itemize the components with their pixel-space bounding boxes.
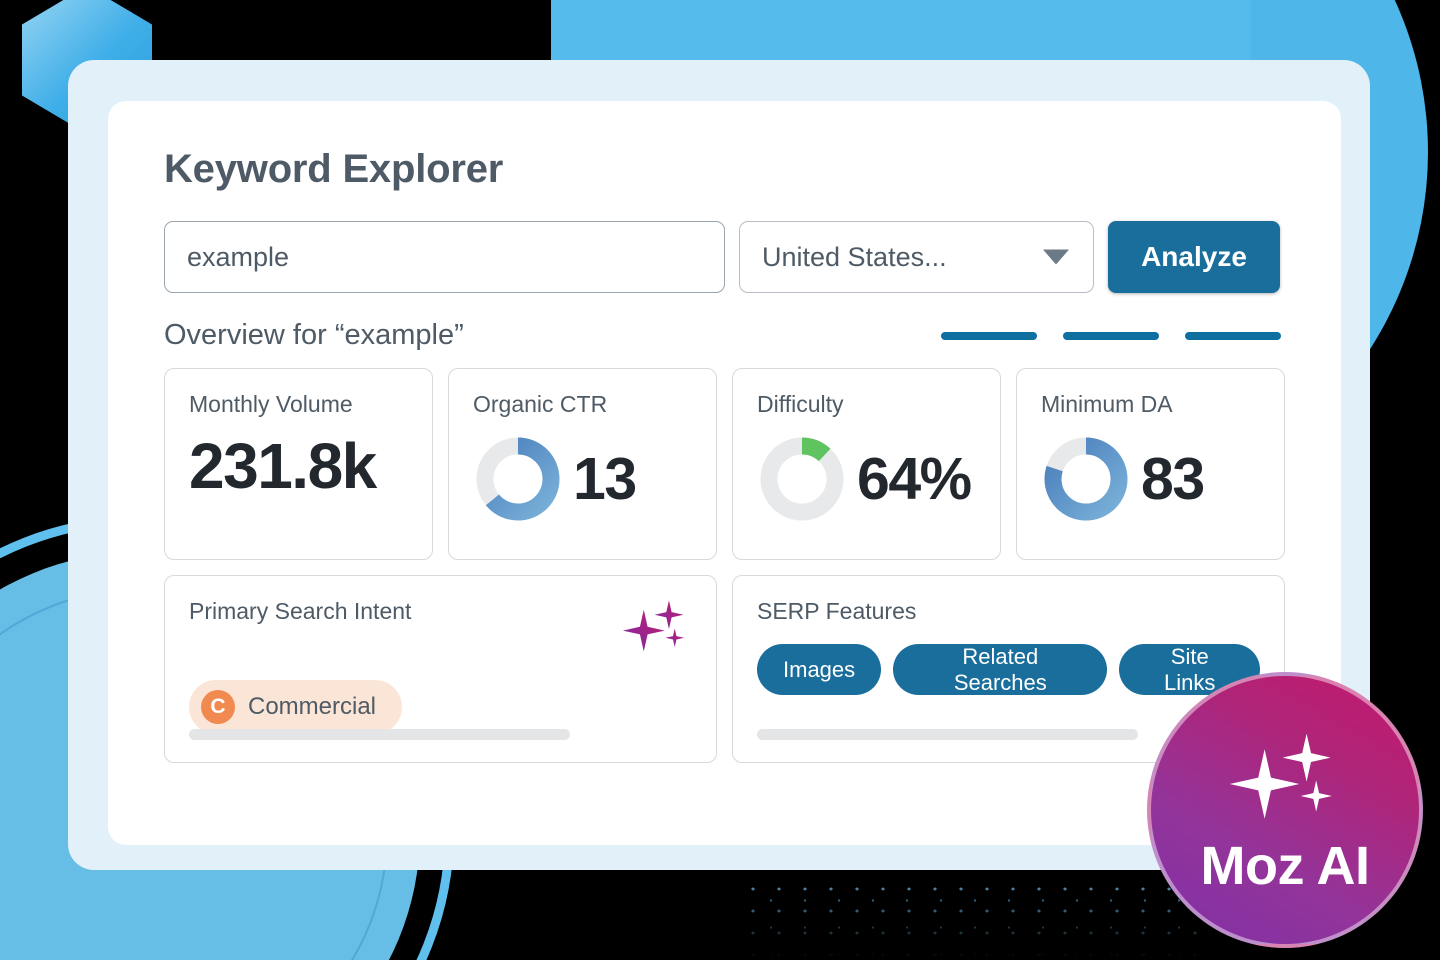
screenshot-root: Keyword Explorer United States... Analyz… — [0, 0, 1440, 960]
metric-label: Organic CTR — [473, 391, 608, 417]
search-row: United States... Analyze — [164, 221, 1285, 293]
intent-card-header: Primary Search Intent — [189, 598, 692, 661]
metric-value: 231.8k — [189, 430, 377, 502]
serp-card-label: SERP Features — [757, 598, 917, 624]
intent-card-label: Primary Search Intent — [189, 598, 412, 624]
keyword-input[interactable] — [164, 221, 725, 293]
serp-feature-chip[interactable]: Images — [757, 644, 882, 695]
metric-body: 64% — [757, 434, 976, 524]
moz-ai-badge[interactable]: Moz AI — [1147, 672, 1423, 948]
serp-skeleton-bar — [757, 729, 1138, 740]
serp-chip-list: Images Related Searches Site Links — [757, 644, 1260, 695]
metric-label: Difficulty — [757, 391, 844, 417]
analyze-button[interactable]: Analyze — [1108, 221, 1280, 293]
moz-ai-label: Moz AI — [1200, 835, 1370, 896]
metric-label: Monthly Volume — [189, 391, 353, 417]
country-select-value: United States... — [762, 241, 947, 272]
sparkles-icon — [620, 598, 692, 661]
metric-value: 83 — [1141, 445, 1205, 512]
metric-card: Organic CTR 13 — [448, 368, 717, 560]
country-select[interactable]: United States... — [739, 221, 1094, 293]
metric-card-grid: Monthly Volume 231.8k Organic CTR 13 Diffic… — [164, 368, 1285, 560]
intent-badge-label: Commercial — [248, 693, 377, 720]
app-window: Keyword Explorer United States... Analyz… — [108, 101, 1341, 845]
serp-card-header: SERP Features — [757, 598, 1260, 625]
loading-dash — [941, 331, 1037, 340]
metric-body: 231.8k — [189, 434, 408, 498]
metric-label: Minimum DA — [1041, 391, 1173, 417]
chevron-down-icon — [1043, 249, 1069, 265]
donut-chart — [473, 434, 563, 524]
bottom-card-grid: Primary Search Intent C Commercial SERP … — [164, 575, 1285, 763]
overview-label: Overview for “example” — [164, 319, 464, 351]
loading-dash — [1185, 331, 1281, 340]
metric-body: 13 — [473, 434, 692, 524]
loading-dash — [1063, 331, 1159, 340]
donut-chart — [1041, 434, 1131, 524]
metric-value: 13 — [573, 445, 637, 512]
intent-badge-letter-icon: C — [201, 690, 235, 724]
intent-skeleton-bar — [189, 729, 570, 740]
metric-card: Monthly Volume 231.8k — [164, 368, 433, 560]
intent-badge[interactable]: C Commercial — [189, 680, 403, 734]
dot-pattern-decoration — [740, 878, 1210, 960]
loading-dashes — [941, 331, 1281, 340]
primary-search-intent-card: Primary Search Intent C Commercial — [164, 575, 717, 763]
metric-card: Minimum DA 83 — [1016, 368, 1285, 560]
serp-feature-chip[interactable]: Related Searches — [893, 644, 1108, 695]
metric-body: 83 — [1041, 434, 1260, 524]
sparkles-icon — [1225, 730, 1345, 831]
metric-value: 64% — [857, 445, 972, 512]
overview-header: Overview for “example” — [164, 319, 1285, 352]
donut-chart — [757, 434, 847, 524]
metric-card: Difficulty 64% — [732, 368, 1001, 560]
page-title: Keyword Explorer — [164, 147, 504, 191]
